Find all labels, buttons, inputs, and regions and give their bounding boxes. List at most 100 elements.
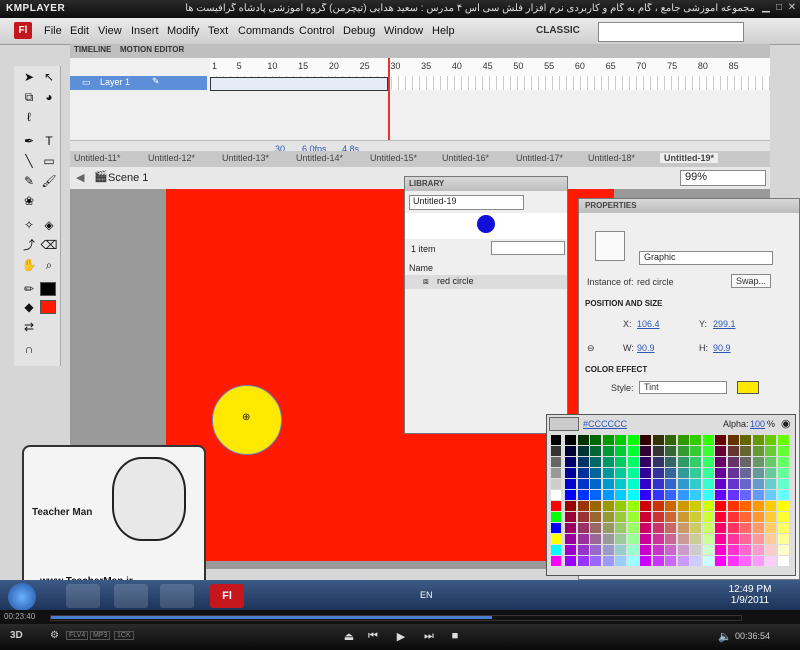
swatch-cell[interactable] [690,457,701,467]
menu-view[interactable]: View [98,25,122,37]
swatch-cell[interactable] [565,490,576,500]
swatch-cell[interactable] [565,501,576,511]
line-tool-icon[interactable]: ╲ [20,152,38,170]
swatch-cell[interactable] [752,556,764,566]
volume-icon[interactable]: 🔈 [718,630,732,643]
swatch-cell[interactable] [727,446,739,456]
swatch-cell[interactable] [627,501,639,511]
swatch-cell[interactable] [677,457,689,467]
swatch-cell[interactable] [727,512,739,522]
swatch-cell[interactable] [690,490,701,500]
swatch-cell[interactable] [765,468,776,478]
swatch-cell[interactable] [551,446,561,456]
swatch-cell[interactable] [640,512,651,522]
menu-window[interactable]: Window [384,25,423,37]
swatch-cell[interactable] [577,534,589,544]
3d-icon[interactable]: 3D [10,630,23,641]
tab-timeline[interactable]: TIMELINE [74,45,111,54]
seek-bar[interactable]: 00:23:40 [0,610,800,624]
swatch-cell[interactable] [551,523,561,533]
red-circle-instance[interactable]: ⊕ [212,385,282,455]
swatch-cell[interactable] [577,479,589,489]
swatch-cell[interactable] [615,501,626,511]
swatch-cell[interactable] [615,534,626,544]
swatch-cell[interactable] [665,545,676,555]
swatch-cell[interactable] [590,556,601,566]
layer-row[interactable]: ▭ Layer 1 ✎ [70,76,770,91]
swatch-cell[interactable] [677,435,689,445]
swatch-cell[interactable] [715,512,726,522]
swatch-cell[interactable] [715,523,726,533]
swatch-cell[interactable] [677,490,689,500]
y-field[interactable]: 299.1 [713,319,736,329]
swatch-cell[interactable] [777,446,789,456]
swatch-cell[interactable] [727,479,739,489]
swatch-cell[interactable] [702,479,714,489]
swatch-cell[interactable] [765,523,776,533]
swatch-cell[interactable] [652,534,664,544]
stroke-color-icon[interactable]: ✏ [20,280,38,298]
swatch-cell[interactable] [640,523,651,533]
stop-icon[interactable]: ■ [448,630,462,642]
next-icon[interactable]: ⏭ [422,630,436,643]
swatch-cell[interactable] [652,556,664,566]
swatch-cell[interactable] [665,501,676,511]
swatch-cell[interactable] [577,446,589,456]
color-style-select[interactable]: Tint [639,381,727,394]
swatch-cell[interactable] [777,479,789,489]
deco-tool-icon[interactable]: ❀ [20,192,38,210]
swatch-cell[interactable] [752,446,764,456]
swatch-cell[interactable] [727,468,739,478]
play-icon[interactable]: ▶ [394,630,408,643]
swatch-cell[interactable] [690,556,701,566]
swatch-cell[interactable] [665,479,676,489]
swatch-cell[interactable] [665,490,676,500]
swatch-cell[interactable] [715,556,726,566]
swatch-cell[interactable] [727,435,739,445]
swap-colors-icon[interactable]: ⇄ [20,318,38,336]
swatch-cell[interactable] [727,556,739,566]
hex-field[interactable]: #CCCCCC [583,419,627,429]
swatch-cell[interactable] [777,512,789,522]
swatch-cell[interactable] [715,446,726,456]
swatch-cell[interactable] [702,446,714,456]
language-indicator[interactable]: EN [420,590,433,600]
swatch-cell[interactable] [702,523,714,533]
menu-control[interactable]: Control [299,25,334,37]
seek-track[interactable] [50,615,742,621]
fill-color-icon[interactable]: ◆ [20,298,38,316]
alpha-field[interactable]: 100 [750,419,765,429]
swatch-cell[interactable] [702,457,714,467]
previous-icon[interactable]: ⏮ [366,630,380,643]
swatch-cell[interactable] [640,457,651,467]
swatch-cell[interactable] [565,446,576,456]
swatch-cell[interactable] [652,512,664,522]
swatch-cell[interactable] [777,490,789,500]
swatch-cell[interactable] [577,545,589,555]
swatch-cell[interactable] [690,479,701,489]
swatch-cell[interactable] [577,490,589,500]
swatch-cell[interactable] [590,435,601,445]
settings-icon[interactable]: ⚙ [50,630,59,641]
swatch-cell[interactable] [577,435,589,445]
doc-tab[interactable]: Untitled-17* [516,153,563,163]
swatch-cell[interactable] [565,534,576,544]
hand-tool-icon[interactable]: ✋ [20,256,38,274]
swatch-cell[interactable] [702,501,714,511]
swatch-cell[interactable] [715,545,726,555]
library-search-input[interactable] [491,241,565,255]
swatch-cell[interactable] [565,468,576,478]
lasso-icon[interactable]: ℓ [20,108,38,126]
swatch-cell[interactable] [777,501,789,511]
swatch-cell[interactable] [652,446,664,456]
swatch-cell[interactable] [652,468,664,478]
swatch-cell[interactable] [590,446,601,456]
swatch-cell[interactable] [715,501,726,511]
swatch-cell[interactable] [752,457,764,467]
swatch-cell[interactable] [690,501,701,511]
swatch-cell[interactable] [665,556,676,566]
swatch-cell[interactable] [740,446,751,456]
swatch-cell[interactable] [665,457,676,467]
swatch-cell[interactable] [590,490,601,500]
pencil-tool-icon[interactable]: ✎ [20,172,38,190]
